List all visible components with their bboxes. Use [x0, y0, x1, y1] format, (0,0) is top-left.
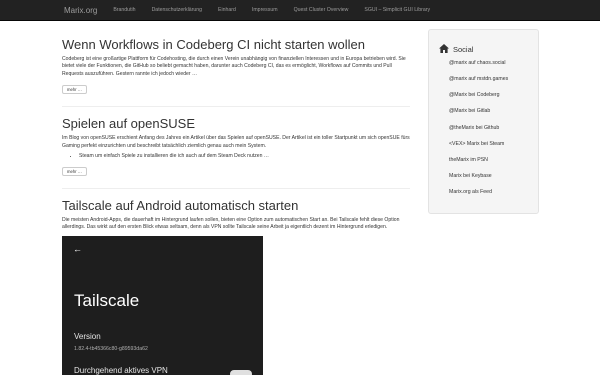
post-bullet-list: Steam um einfach Spiele zu installieren … — [79, 153, 410, 160]
nav-link-einhard[interactable]: Einhard — [218, 7, 236, 13]
brand-link[interactable]: Marix.org — [64, 6, 97, 15]
divider — [62, 106, 410, 108]
screenshot-app-title: Tailscale — [74, 291, 140, 310]
divider — [62, 188, 410, 190]
post-excerpt: Codeberg ist eine großartige Plattform f… — [62, 56, 406, 77]
screenshot-toggle — [230, 370, 252, 375]
post-title[interactable]: Wenn Workflows in Codeberg CI nicht star… — [62, 37, 410, 52]
screenshot-always-on-vpn-label: Durchgehend aktives VPN — [74, 366, 168, 375]
more-button[interactable]: mehr … — [62, 85, 87, 95]
back-arrow-icon: ← — [73, 244, 82, 254]
nav-link-impressum[interactable]: Impressum — [252, 7, 278, 13]
social-link-steam[interactable]: <VEX> Marix bei Steam — [449, 141, 504, 147]
nav-link-brandutih[interactable]: Brandutih — [113, 7, 135, 13]
social-link-mstdn-games[interactable]: @marix auf mstdn.games — [449, 76, 508, 82]
social-sidebar: Social @marix auf chaos.social @marix au… — [428, 29, 539, 214]
navbar: Marix.org Brandutih Datenschutzerklärung… — [0, 0, 600, 21]
more-button[interactable]: mehr … — [62, 167, 87, 177]
post-tailscale: Tailscale auf Android automatisch starte… — [62, 198, 410, 232]
social-link-gitlab[interactable]: @Marix bei Gitlab — [449, 108, 490, 114]
sidebar-title: Social — [453, 44, 474, 54]
social-link-codeberg[interactable]: @Marix bei Codeberg — [449, 92, 500, 98]
screenshot-version-value: 1.82.4-tb45366c80-g89593da62 — [74, 346, 148, 352]
post-excerpt: Die meisten Android-Apps, die dauerhaft … — [62, 217, 400, 231]
screenshot-version-label: Version — [74, 332, 101, 341]
social-link-psn[interactable]: theMarix im PSN — [449, 157, 488, 163]
social-link-feed[interactable]: Marix.org als Feed — [449, 189, 492, 195]
tailscale-screenshot: ← Tailscale Version 1.82.4-tb45366c80-g8… — [62, 236, 263, 375]
post-codeberg: Wenn Workflows in Codeberg CI nicht star… — [62, 37, 410, 96]
post-title[interactable]: Tailscale auf Android automatisch starte… — [62, 198, 410, 213]
social-link-chaos-social[interactable]: @marix auf chaos.social — [449, 60, 506, 66]
post-excerpt: Im Blog von openSUSE erschient Anfang de… — [62, 135, 410, 149]
nav-link-datenschutz[interactable]: Datenschutzerklärung — [152, 7, 202, 13]
social-link-github[interactable]: @theMarix bei Github — [449, 125, 499, 131]
post-opensuse: Spielen auf openSUSE Im Blog von openSUS… — [62, 116, 410, 178]
sidebar-header: Social — [439, 40, 473, 58]
nav-link-cluster-overview[interactable]: Quest Cluster Overview — [294, 7, 349, 13]
social-link-keybase[interactable]: Marix bei Keybase — [449, 173, 492, 179]
home-icon — [439, 40, 449, 58]
post-title[interactable]: Spielen auf openSUSE — [62, 116, 410, 131]
list-item: Steam um einfach Spiele zu installieren … — [79, 153, 410, 160]
post-list: Wenn Workflows in Codeberg CI nicht star… — [62, 37, 410, 232]
nav-link-sgui[interactable]: SGUI – Simplicit GUI Library — [364, 7, 430, 13]
